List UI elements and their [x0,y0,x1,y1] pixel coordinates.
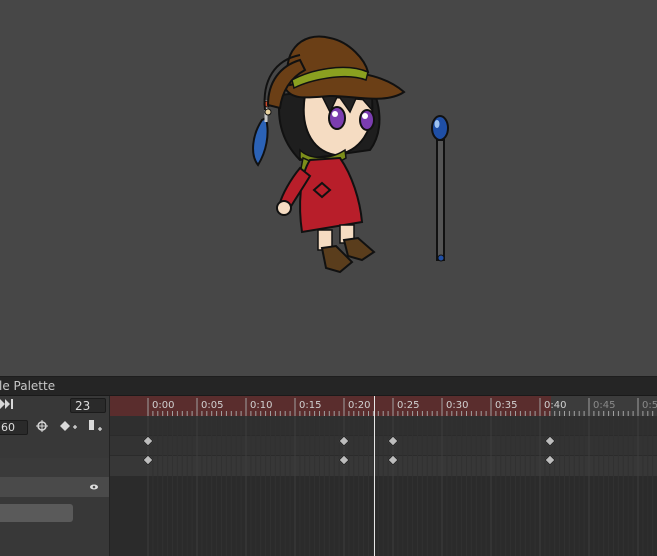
add-property-button[interactable] [0,504,73,522]
animation-panel: le Palette 23 60 0:00 0:05 0:10 0:15 0:2… [0,376,657,556]
property-row[interactable] [0,458,109,477]
time-ruler[interactable]: 0:00 0:05 0:10 0:15 0:20 0:25 0:30 0:35 … [110,396,657,416]
scene-canvas [252,35,449,274]
property-row-selected[interactable] [0,477,109,497]
tick-label: 0:05 [201,400,224,411]
add-event-icon[interactable] [88,420,104,437]
tick-label: 0:35 [495,400,518,411]
tick-label: 0:20 [348,400,371,411]
tick-label: 0:00 [152,400,175,411]
tick-label: 0:30 [446,400,469,411]
tick-label: 0:50 [642,400,657,411]
grid-lines [147,416,654,556]
character-sprite[interactable] [252,35,406,274]
eye-icon[interactable] [89,481,99,494]
last-frame-icon[interactable] [0,398,14,413]
property-pane: 23 60 [0,396,110,556]
frame-field[interactable]: 23 [70,398,106,413]
staff-sprite[interactable] [431,115,449,262]
tab-bar: le Palette [0,377,657,396]
ruler-ticks [147,398,654,416]
palette-tab[interactable]: le Palette [0,379,55,393]
sample-rate-field[interactable]: 60 [0,420,28,435]
tick-label: 0:40 [544,400,567,411]
add-keyframe-icon[interactable] [60,420,78,435]
tick-label: 0:45 [593,400,616,411]
tick-label: 0:25 [397,400,420,411]
tick-label: 0:10 [250,400,273,411]
scene-view[interactable] [0,0,657,376]
playhead[interactable] [374,396,375,556]
tick-label: 0:15 [299,400,322,411]
target-icon[interactable] [36,420,48,435]
dopesheet[interactable]: 0:00 0:05 0:10 0:15 0:20 0:25 0:30 0:35 … [110,396,657,556]
